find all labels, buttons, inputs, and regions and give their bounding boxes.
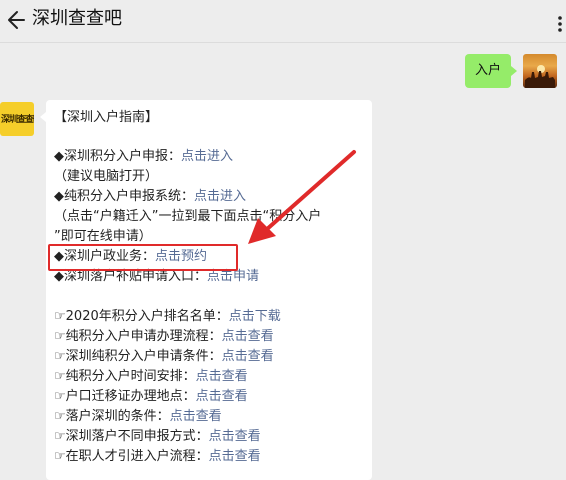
highlight-box bbox=[48, 244, 238, 271]
list-item: ◆深圳积分入户申报：点击进入 bbox=[54, 149, 234, 164]
sunset-silhouette-icon bbox=[525, 65, 555, 88]
guide-heading: 【深圳入户指南】 bbox=[54, 110, 159, 125]
list-item: ☞户口迁移证办理地点：点击查看 bbox=[54, 389, 248, 404]
list-item: ☞在职人才引进入户流程：点击查看 bbox=[54, 449, 261, 464]
official-account-avatar[interactable]: 深圳查查吧 bbox=[0, 102, 34, 136]
list-item: ☞纯积分入户申请办理流程：点击查看 bbox=[54, 329, 274, 344]
list-item: （建议电脑打开） bbox=[54, 169, 159, 184]
link-view[interactable]: 点击查看 bbox=[222, 349, 274, 364]
list-item: ◆纯积分入户申报系统：点击进入 bbox=[54, 189, 247, 204]
link-apply-subsidy[interactable]: 点击申请 bbox=[207, 269, 259, 284]
list-item: ☞纯积分入户时间安排：点击查看 bbox=[54, 369, 248, 384]
list-item: ☞深圳纯积分入户申请条件：点击查看 bbox=[54, 349, 274, 364]
user-avatar[interactable] bbox=[523, 54, 557, 88]
avatar-logo-text: 深圳查查吧 bbox=[1, 115, 34, 125]
link-view[interactable]: 点击查看 bbox=[209, 449, 261, 464]
link-view[interactable]: 点击查看 bbox=[170, 409, 222, 424]
more-dots-icon[interactable] bbox=[554, 14, 566, 34]
link-view[interactable]: 点击查看 bbox=[209, 429, 261, 444]
chat-title: 深圳查查吧 bbox=[32, 8, 122, 29]
red-arrow-icon bbox=[248, 150, 356, 244]
link-enter-pure-points-system[interactable]: 点击进入 bbox=[194, 189, 246, 204]
list-item: ☞2020年积分入户排名名单：点击下载 bbox=[54, 309, 281, 324]
link-enter-points-apply[interactable]: 点击进入 bbox=[181, 149, 233, 164]
list-item: ☞深圳落户不同申报方式：点击查看 bbox=[54, 429, 261, 444]
user-message-bubble[interactable]: 入户 bbox=[465, 54, 518, 88]
link-view[interactable]: 点击查看 bbox=[196, 389, 248, 404]
top-bar: 深圳查查吧 bbox=[0, 0, 566, 43]
link-download-ranking[interactable]: 点击下载 bbox=[229, 309, 281, 324]
back-arrow-icon[interactable] bbox=[4, 9, 26, 31]
list-item: ☞落户深圳的条件：点击查看 bbox=[54, 409, 222, 424]
link-view[interactable]: 点击查看 bbox=[222, 329, 274, 344]
link-view[interactable]: 点击查看 bbox=[196, 369, 248, 384]
